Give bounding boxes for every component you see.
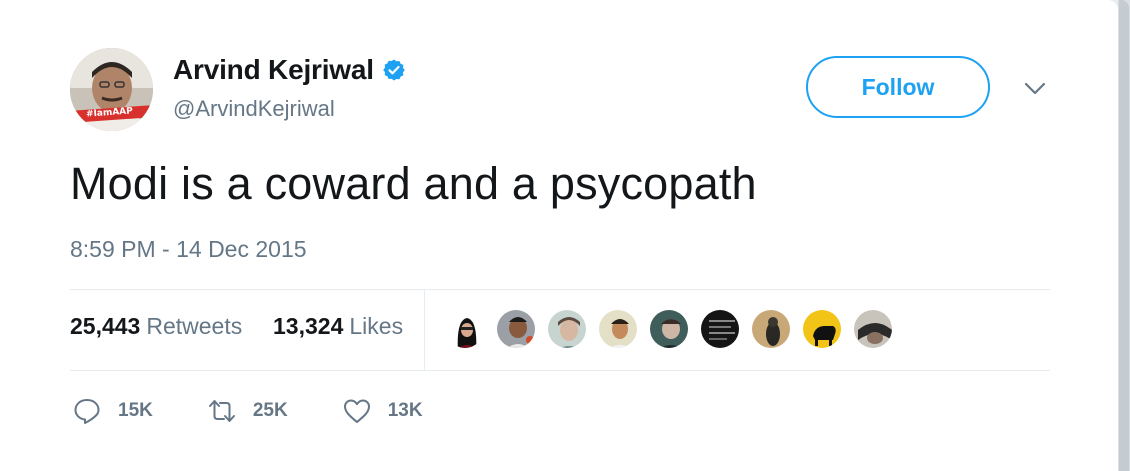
liker-avatar[interactable] (699, 308, 741, 350)
tweet-timestamp[interactable]: 8:59 PM - 14 Dec 2015 (70, 236, 307, 263)
engagement-stats: 25,443 Retweets 13,324 Likes (70, 313, 403, 340)
retweet-icon (208, 400, 235, 422)
liker-avatar[interactable] (546, 308, 588, 350)
reply-icon (74, 399, 100, 424)
divider (70, 370, 1050, 371)
chevron-down-icon[interactable] (1022, 78, 1048, 98)
reply-button[interactable]: 15K (72, 396, 153, 426)
retweets-count: 25,443 (70, 313, 141, 339)
stats-divider (424, 290, 425, 370)
likers-avatars (444, 308, 903, 350)
user-handle[interactable]: @ArvindKejriwal (173, 96, 335, 122)
scrollbar-thumb[interactable] (1119, 0, 1129, 471)
retweets-stat[interactable]: 25,443 Retweets (70, 313, 249, 339)
likes-count: 13,324 (273, 313, 344, 339)
retweet-button[interactable]: 25K (207, 396, 288, 426)
likes-stat[interactable]: 13,324 Likes (273, 313, 403, 339)
liker-avatar[interactable] (750, 308, 792, 350)
liker-avatar[interactable] (648, 308, 690, 350)
like-count: 13K (387, 400, 423, 421)
verified-badge-icon (383, 59, 405, 81)
liker-avatar[interactable] (444, 308, 486, 350)
retweet-count: 25K (252, 400, 288, 421)
liker-avatar[interactable] (597, 308, 639, 350)
retweets-label: Retweets (146, 313, 243, 339)
liker-avatar[interactable] (495, 308, 537, 350)
liker-avatar[interactable] (852, 308, 894, 350)
name-row: Arvind Kejriwal (173, 53, 406, 87)
tweet-text: Modi is a coward and a psycopath (70, 158, 757, 209)
avatar-image (70, 48, 153, 131)
like-button[interactable]: 13K (342, 396, 423, 426)
liker-avatar[interactable] (801, 308, 843, 350)
tweet-card: #IamAAP Arvind Kejriwal @ArvindKejriwal … (0, 0, 1118, 471)
avatar[interactable]: #IamAAP (70, 48, 153, 131)
scrollbar[interactable] (1118, 0, 1130, 471)
likes-label: Likes (349, 313, 404, 339)
heart-icon (343, 399, 370, 423)
display-name[interactable]: Arvind Kejriwal (173, 54, 374, 86)
divider (70, 289, 1050, 290)
tweet-actions: 15K 25K 13K (72, 396, 477, 426)
reply-count: 15K (118, 400, 153, 421)
follow-button[interactable]: Follow (806, 56, 990, 118)
